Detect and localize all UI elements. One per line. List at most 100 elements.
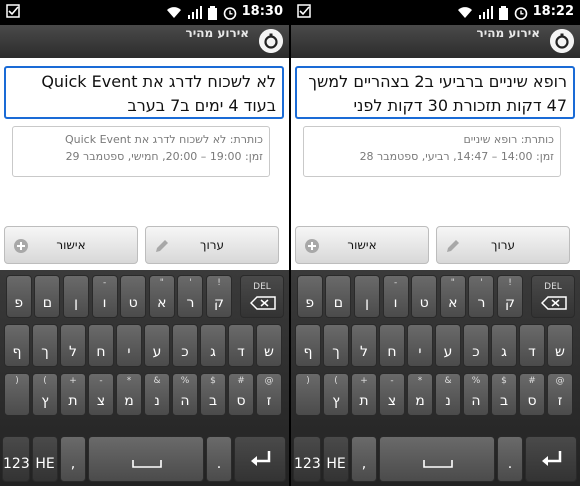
key-label: ל	[69, 344, 77, 360]
key-4[interactable]: -ו	[91, 275, 118, 318]
delete-key[interactable]: DEL	[531, 275, 575, 318]
confirm-label: אישור	[56, 238, 86, 252]
confirm-button[interactable]: אישור	[4, 226, 138, 264]
key-row3-8[interactable]: (ץ	[323, 373, 349, 416]
key-2[interactable]: " א	[439, 275, 466, 318]
space-key[interactable]	[88, 436, 204, 482]
key-7[interactable]: פ	[5, 275, 32, 318]
app-timer-icon[interactable]	[550, 29, 574, 53]
key-label: ת	[359, 393, 369, 409]
key-label: ף	[12, 344, 22, 360]
period-key[interactable]: .	[206, 436, 232, 482]
key-row3-9[interactable]: )	[4, 373, 30, 416]
app-timer-icon[interactable]	[259, 29, 283, 53]
key-row3-1[interactable]: # ס	[519, 373, 545, 416]
key-row3-6[interactable]: -צ	[379, 373, 405, 416]
key-row2-2[interactable]: ג	[200, 324, 226, 367]
key-1[interactable]: ' ר	[177, 275, 204, 318]
key-label: ז	[557, 393, 563, 409]
key-row2-7[interactable]: ל	[60, 324, 86, 367]
period-key[interactable]: .	[497, 436, 523, 482]
key-row3-0[interactable]: @ ז	[256, 373, 282, 416]
enter-key[interactable]	[234, 436, 286, 482]
key-row2-7[interactable]: ל	[351, 324, 377, 367]
key-6[interactable]: ם	[34, 275, 61, 318]
key-row2-6[interactable]: ח	[88, 324, 114, 367]
key-3[interactable]: ט	[411, 275, 438, 318]
key-row2-5[interactable]: י	[407, 324, 433, 367]
key-row2-2[interactable]: ג	[491, 324, 517, 367]
key-hint: '	[189, 278, 192, 288]
key-row3-8[interactable]: (ץ	[32, 373, 58, 416]
key-row3-3[interactable]: % ה	[463, 373, 489, 416]
key-row3-1[interactable]: # ס	[228, 373, 254, 416]
key-5[interactable]: ן	[354, 275, 380, 318]
key-row2-3[interactable]: כ	[463, 324, 489, 367]
key-7[interactable]: פ	[296, 275, 323, 318]
key-hint: &	[153, 376, 161, 386]
key-0[interactable]: ! ק	[206, 275, 232, 318]
notification-icon	[6, 4, 20, 18]
language-key[interactable]: HE	[32, 436, 58, 482]
key-row2-1[interactable]: ד	[228, 324, 254, 367]
delete-key[interactable]: DEL	[240, 275, 284, 318]
edit-label: ערוך	[200, 238, 224, 252]
key-row2-0[interactable]: ש	[547, 324, 573, 367]
key-label: צ	[96, 393, 106, 409]
key-label: 123	[3, 456, 30, 472]
key-label: ק	[505, 295, 515, 311]
key-1[interactable]: ' ר	[468, 275, 495, 318]
key-row2-8[interactable]: ך	[323, 324, 349, 367]
numbers-key[interactable]: 123	[2, 436, 30, 482]
event-text-input[interactable]: לא לשכוח לדרג את Quick Event בעוד 4 ימים…	[4, 66, 284, 119]
key-label: ז	[266, 393, 272, 409]
comma-key[interactable]: ,	[351, 436, 377, 482]
key-row2-9[interactable]: ף	[295, 324, 321, 367]
key-4[interactable]: -ו	[382, 275, 409, 318]
key-row3-7[interactable]: + ת	[60, 373, 86, 416]
key-row3-4[interactable]: & נ	[144, 373, 170, 416]
confirm-button[interactable]: אישור	[295, 226, 429, 264]
key-label: מ	[415, 393, 425, 409]
key-row3-3[interactable]: % ה	[172, 373, 198, 416]
key-row2-4[interactable]: ע	[144, 324, 170, 367]
key-0[interactable]: ! ק	[497, 275, 523, 318]
confirm-label: אישור	[347, 238, 377, 252]
language-key[interactable]: HE	[323, 436, 349, 482]
edit-button[interactable]: ערוך	[436, 226, 570, 264]
key-row3-2[interactable]: $ ב	[200, 373, 226, 416]
enter-icon	[251, 451, 271, 466]
key-row3-9[interactable]: )	[295, 373, 321, 416]
key-label: ד	[237, 344, 245, 360]
key-6[interactable]: ם	[325, 275, 352, 318]
key-row3-5[interactable]: * מ	[407, 373, 433, 416]
key-row2-0[interactable]: ש	[256, 324, 282, 367]
status-time: 18:22	[532, 4, 574, 19]
key-row3-6[interactable]: -צ	[88, 373, 114, 416]
key-row2-6[interactable]: ח	[379, 324, 405, 367]
event-text-input[interactable]: רופא שיניים ברביעי ב2 בצהריים למשך 47 דק…	[295, 66, 575, 119]
key-label: נ	[445, 393, 451, 409]
key-5[interactable]: ן	[63, 275, 89, 318]
key-row2-1[interactable]: ד	[519, 324, 545, 367]
edit-button[interactable]: ערוך	[145, 226, 279, 264]
comma-key[interactable]: ,	[60, 436, 86, 482]
key-row3-4[interactable]: & נ	[435, 373, 461, 416]
key-3[interactable]: ט	[120, 275, 147, 318]
key-row2-5[interactable]: י	[116, 324, 142, 367]
key-row3-0[interactable]: @ ז	[547, 373, 573, 416]
key-row3-7[interactable]: + ת	[351, 373, 377, 416]
key-row2-8[interactable]: ך	[32, 324, 58, 367]
numbers-key[interactable]: 123	[293, 436, 321, 482]
key-row2-4[interactable]: ע	[435, 324, 461, 367]
key-label: ק	[214, 295, 224, 311]
key-2[interactable]: " א	[148, 275, 175, 318]
key-row2-3[interactable]: כ	[172, 324, 198, 367]
key-row3-2[interactable]: $ ב	[491, 373, 517, 416]
enter-key[interactable]	[525, 436, 577, 482]
key-hint: &	[444, 376, 452, 386]
key-row2-9[interactable]: ף	[4, 324, 30, 367]
key-row3-5[interactable]: * מ	[116, 373, 142, 416]
space-key[interactable]	[379, 436, 495, 482]
key-label: י	[127, 344, 131, 360]
